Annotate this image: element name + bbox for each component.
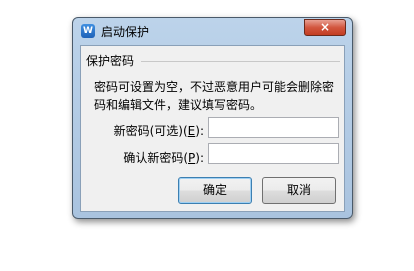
group-title: 保护密码	[86, 54, 135, 68]
cancel-button[interactable]: 取消	[262, 177, 336, 204]
new-password-input[interactable]	[208, 117, 339, 138]
new-password-label: 新密码(可选)(E):	[113, 124, 204, 138]
description-text: 密码可设置为空，不过恶意用户可能会删除密码和编辑文件，建议填写密码。	[94, 80, 335, 112]
ok-button[interactable]: 确定	[178, 177, 252, 204]
startup-protection-dialog: W 启动保护 × 保护密码 密码可设置为空，不过恶意用户可能会删除密码和编辑文件…	[72, 17, 353, 219]
confirm-password-label: 确认新密码(P):	[123, 151, 204, 165]
confirm-password-input[interactable]	[208, 143, 339, 164]
group-divider	[141, 61, 340, 62]
